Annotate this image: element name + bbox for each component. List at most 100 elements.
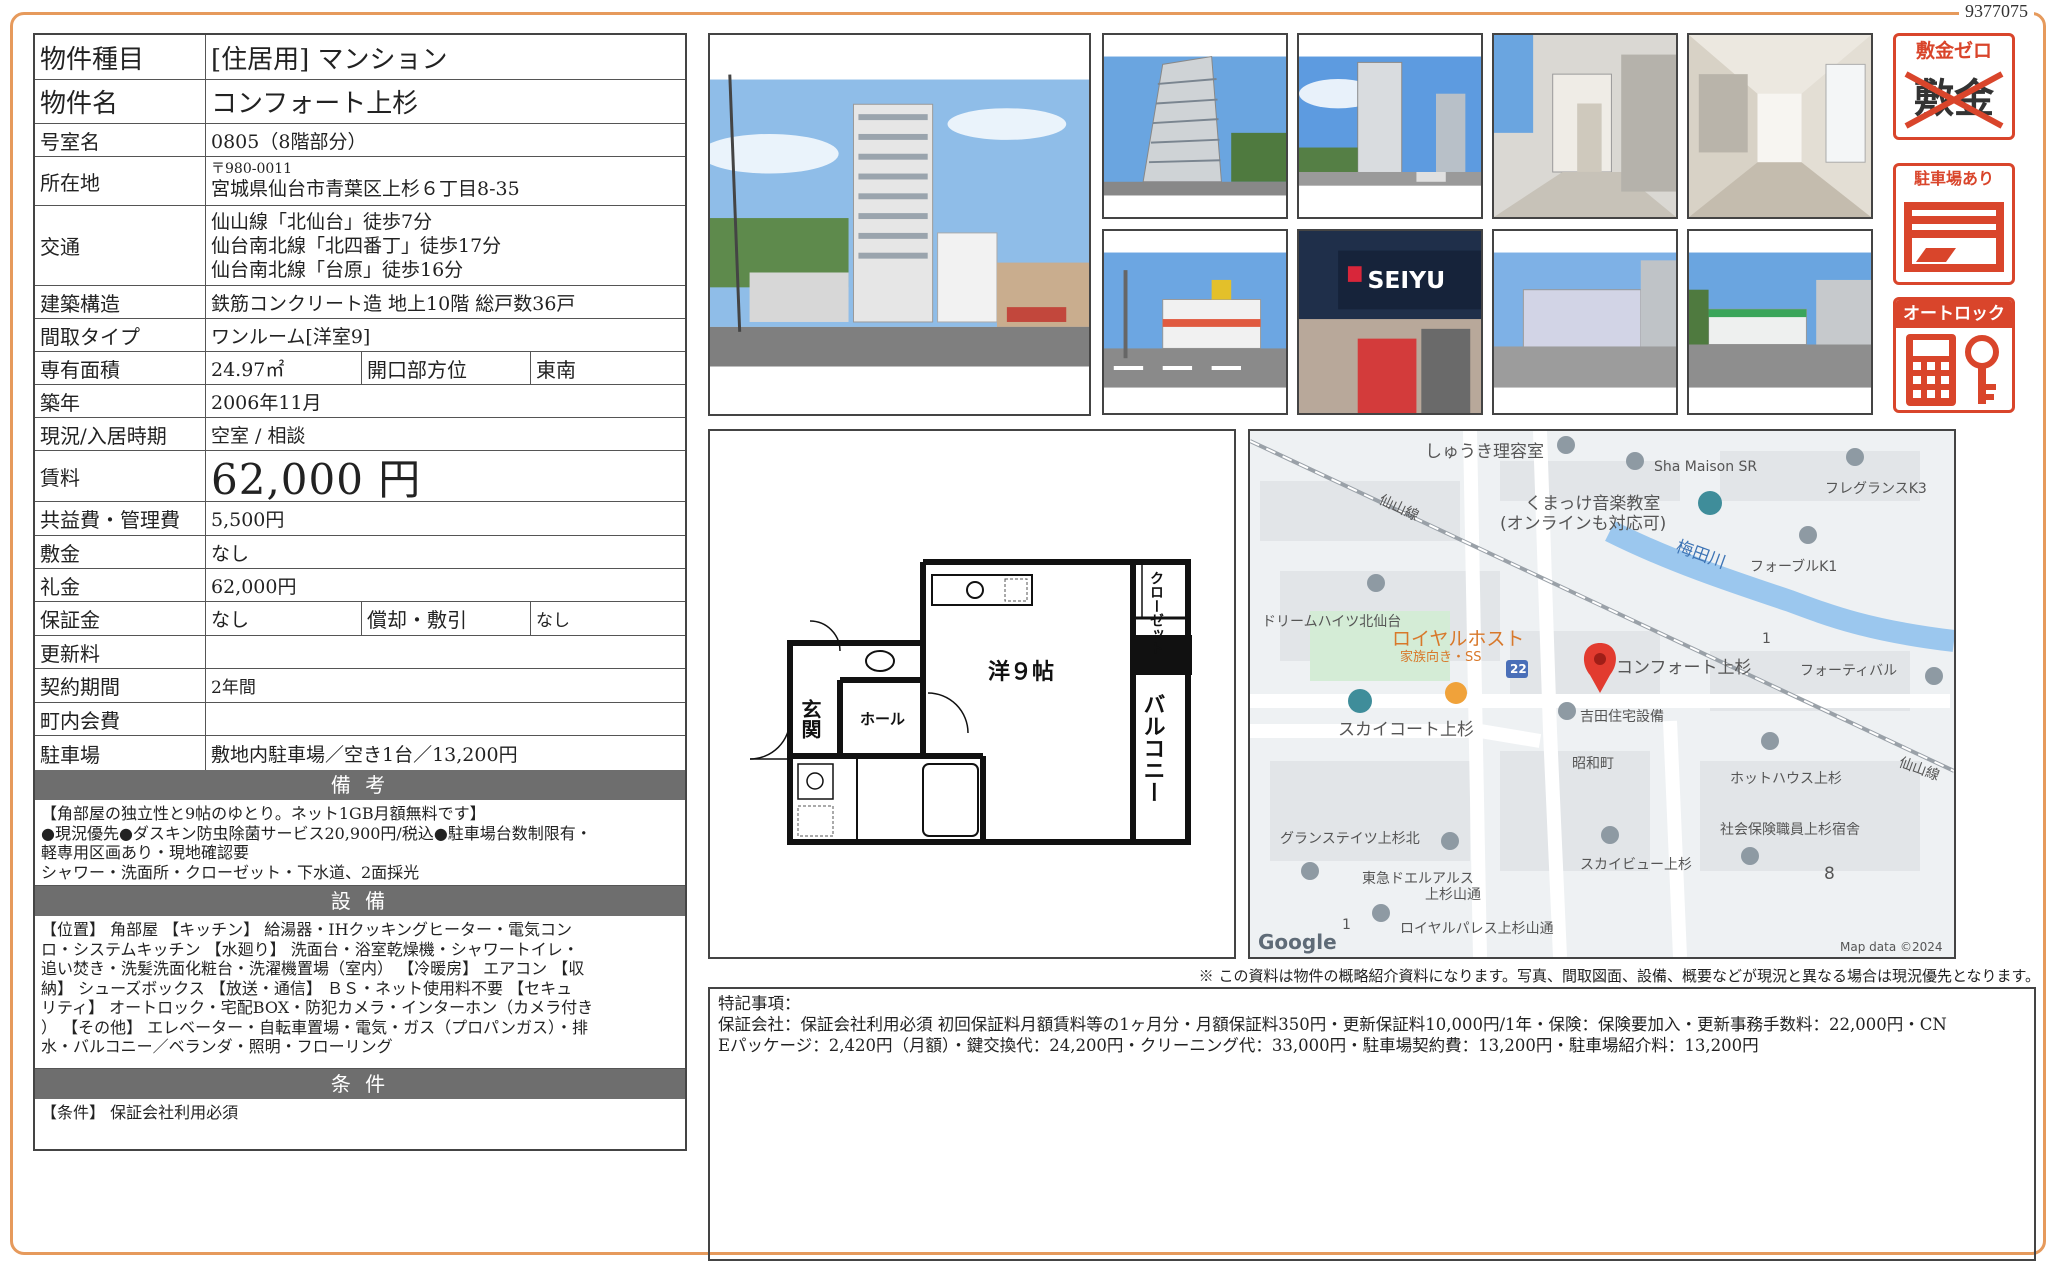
badge-autolock: オートロック <box>1893 297 2015 413</box>
equipment-heading: 設 備 <box>35 886 685 916</box>
key-money-label: 礼金 <box>35 569 206 601</box>
notes-line: 保証会社：保証会社利用必須 初回保証料月額賃料等の1ヶ月分・月額保証料350円・… <box>718 1015 1947 1034</box>
map-label: くまっけ音楽教室 <box>1525 494 1660 514</box>
facing-value: 東南 <box>530 352 685 384</box>
row-address: 所在地 〒980-0011 宮城県仙台市青葉区上杉６丁目8-35 <box>35 157 685 206</box>
svg-text:SEIYU: SEIYU <box>1367 266 1445 294</box>
intercom-key-icon <box>1906 334 1999 406</box>
map-label: 家族向き・SS <box>1400 649 1482 665</box>
map-label: 1 <box>1762 631 1771 647</box>
transport-label: 交通 <box>35 206 206 285</box>
row-area: 専有面積 24.97㎡ 開口部方位 東南 <box>35 352 685 385</box>
badge-crossed-area: 敷金 <box>1896 66 2012 136</box>
map-label: スカイコート上杉 <box>1338 720 1474 740</box>
conditions-line: 【条件】 保証会社利用必須 <box>41 1103 239 1122</box>
structure-value: 鉄筋コンクリート造 地上10階 総戸数36戸 <box>211 292 576 315</box>
area-label: 専有面積 <box>35 352 206 384</box>
conditions-body: 【条件】 保証会社利用必須 <box>35 1099 685 1127</box>
row-layout: 間取タイプ ワンルーム[洋室9] <box>35 319 685 352</box>
address-cell: 〒980-0011 宮城県仙台市青葉区上杉６丁目8-35 <box>206 157 685 205</box>
row-parking: 駐車場 敷地内駐車場／空き1台／13,200円 <box>35 736 685 770</box>
town-fee-value <box>206 703 685 735</box>
parking-label: 駐車場 <box>35 736 206 770</box>
address-label: 所在地 <box>35 157 206 205</box>
contract-label: 契約期間 <box>35 669 206 702</box>
badge-parking-title: 駐車場あり <box>1913 169 1994 188</box>
type-value: [住居用] マンション <box>211 44 448 75</box>
layout-value: ワンルーム[洋室9] <box>211 325 371 348</box>
entrance-photo <box>1492 33 1678 219</box>
hallway-photo <box>1687 33 1873 219</box>
row-renewal: 更新料 <box>35 636 685 669</box>
map-label: フレグランスK3 <box>1825 481 1927 497</box>
badge-autolock-title: オートロック <box>1896 300 2012 328</box>
row-transport: 交通 仙山線「北仙台」徒歩7分 仙台南北線「北四番丁」徒歩17分 仙台南北線「台… <box>35 206 685 286</box>
balcony-label: バルコニー <box>1140 693 1165 803</box>
remarks-line: ●現況優先●ダスキン防虫除菌サービス20,900円/税込●駐車場台数制限有・ <box>41 823 592 843</box>
transport-line: 仙山線「北仙台」徒歩7分 <box>211 210 433 233</box>
row-town-fee: 町内会費 <box>35 703 685 736</box>
row-guarantee: 保証金 なし 償却・敷引 なし <box>35 602 685 636</box>
row-type: 物件種目 [住居用] マンション <box>35 35 685 80</box>
guarantee-value: なし <box>211 609 250 631</box>
equipment-line: 【位置】 角部屋 【キッチン】 給湯器・IHクッキングヒーター・電気コン <box>41 920 573 939</box>
cross-out-icon <box>1904 71 2004 129</box>
built-label: 築年 <box>35 385 206 417</box>
row-contract: 契約期間 2年間 <box>35 669 685 703</box>
parking-lot-icon <box>1904 202 2004 272</box>
row-room: 号室名 0805（8階部分） <box>35 124 685 157</box>
disclaimer-text: ※ この資料は物件の概略紹介資料になります。写真、間取図面、設備、概要などが現況… <box>1198 967 2040 985</box>
map-label: 社会保険職員上杉宿舎 <box>1720 821 1860 838</box>
map-label: (オンラインも対応可) <box>1500 514 1666 534</box>
map-label: しゅうき理容室 <box>1425 442 1544 462</box>
map-label: 1 <box>1342 917 1351 933</box>
map-label: 吉田住宅設備 <box>1580 709 1664 725</box>
built-value: 2006年11月 <box>211 391 322 414</box>
remarks-line: 軽専用区画あり・現地確認要 <box>41 843 250 862</box>
renewal-label: 更新料 <box>35 636 206 668</box>
route-number: 22 <box>1510 662 1527 676</box>
transport-cell: 仙山線「北仙台」徒歩7分 仙台南北線「北四番丁」徒歩17分 仙台南北線「台原」徒… <box>206 206 685 285</box>
deposit-label: 敷金 <box>35 536 206 568</box>
guarantee-label: 保証金 <box>35 602 206 635</box>
map-label: グランステイツ上杉北 <box>1280 831 1420 847</box>
building-exterior-photo <box>708 33 1091 416</box>
map-credit: Map data ©2024 <box>1840 940 1943 954</box>
map-label: 上杉山通 <box>1425 887 1481 903</box>
nearby-store-photo <box>1102 229 1288 415</box>
room-value: 0805（8階部分） <box>211 130 367 153</box>
map-canvas: しゅうき理容室 Sha Maison SR フレグランスK3 くまっけ音楽教室 … <box>1250 431 1954 957</box>
parking-value: 敷地内駐車場／空き1台／13,200円 <box>211 743 518 766</box>
rent-value: 62,000 円 <box>211 454 422 504</box>
facing-label: 開口部方位 <box>361 352 530 384</box>
special-notes: 特記事項： 保証会社：保証会社利用必須 初回保証料月額賃料等の1ヶ月分・月額保証… <box>708 987 2036 1261</box>
map-label: スカイビュー上杉 <box>1580 857 1692 873</box>
remarks-line: 【角部屋の独立性と9帖のゆとり。ネット1GB月額無料です】 <box>41 804 486 823</box>
postal-code: 〒980-0011 <box>211 161 293 177</box>
badge-parking: 駐車場あり <box>1893 163 2015 285</box>
building-photo-2 <box>1102 33 1288 219</box>
equipment-line: リティ】 オートロック・宅配BOX・防犯カメラ・インターホン（カメラ付き <box>41 998 594 1017</box>
row-structure: 建築構造 鉄筋コンクリート造 地上10階 総戸数36戸 <box>35 286 685 319</box>
equipment-line: 納】 シューズボックス 【放送・通信】 ＢＳ・ネット使用料不要 【セキュ <box>41 978 573 998</box>
map-label: ロイヤルホスト <box>1392 628 1524 650</box>
entrance-label: 玄関 <box>798 698 822 740</box>
area-value: 24.97㎡ <box>211 358 285 381</box>
room-label: 号室名 <box>35 124 206 156</box>
rent-label: 賃料 <box>35 451 206 501</box>
equipment-line: 追い焚き・洗髪洗面化粧台・洗濯機置場（室内） 【冷暖房】 エアコン 【収 <box>41 959 585 978</box>
floor-plan-drawing: 洋９帖 クローゼット バルコニー 玄関 ホール <box>710 431 1234 957</box>
name-label: 物件名 <box>35 80 206 123</box>
map-label: フォーブルK1 <box>1750 558 1837 575</box>
map-label: ホットハウス上杉 <box>1730 771 1842 787</box>
equipment-body: 【位置】 角部屋 【キッチン】 給湯器・IHクッキングヒーター・電気コン ロ・シ… <box>35 916 685 1069</box>
amortization-value: なし <box>530 602 685 635</box>
room-label: 洋９帖 <box>988 659 1054 685</box>
renewal-value <box>206 636 685 668</box>
document-id: 9377075 <box>1959 1 2034 22</box>
contract-value: 2年間 <box>211 678 256 698</box>
row-rent: 賃料 62,000 円 <box>35 451 685 504</box>
map-label: Sha Maison SR <box>1654 459 1757 475</box>
status-label: 現況/入居時期 <box>35 418 206 450</box>
map-label-target: コンフォート上杉 <box>1616 658 1752 678</box>
